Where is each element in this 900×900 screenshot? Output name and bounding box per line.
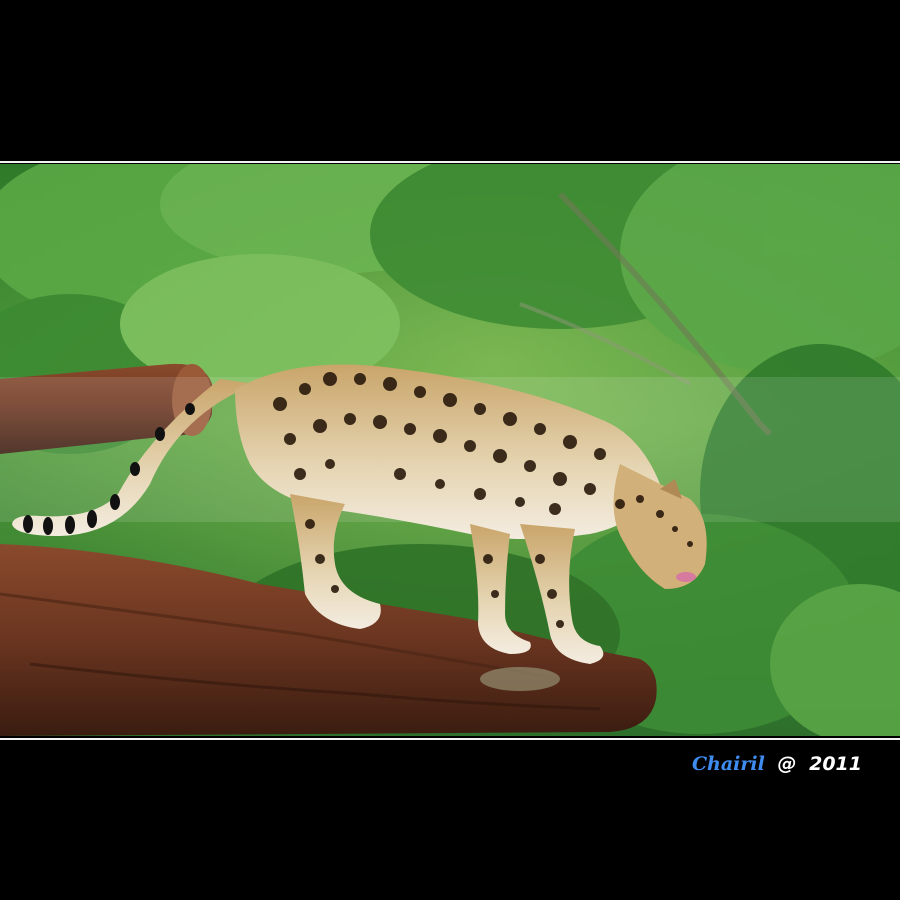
- signature-name: Chairil: [691, 753, 765, 775]
- signature-year: 2011: [809, 753, 862, 775]
- top-frame-rule: [0, 161, 900, 163]
- bottom-frame-rule: [0, 738, 900, 740]
- leopard-photo: [0, 164, 900, 736]
- photographer-signature: Chairil @ 2011: [692, 753, 862, 775]
- signature-symbol: @: [777, 753, 797, 775]
